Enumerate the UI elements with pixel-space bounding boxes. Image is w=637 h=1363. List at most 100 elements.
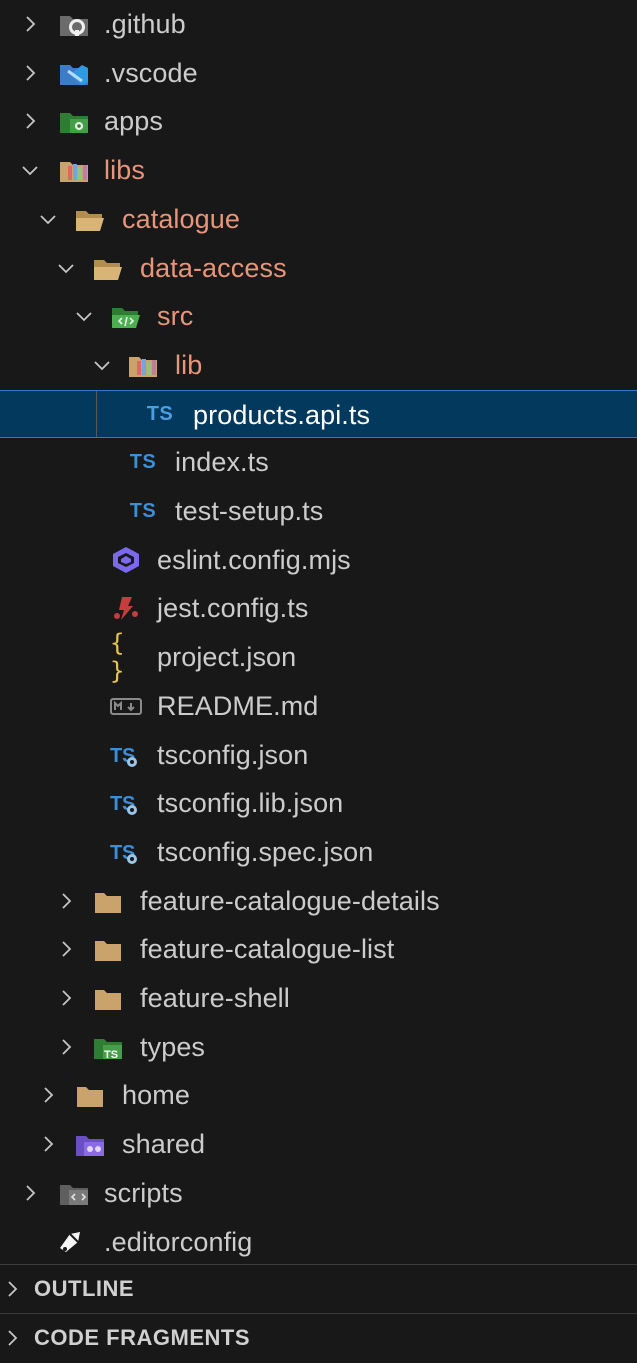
tree-item-label: feature-catalogue-list	[140, 934, 395, 965]
chevron-right-icon[interactable]	[54, 937, 78, 961]
tree-item-editorconfig[interactable]: .editorconfig	[0, 1218, 637, 1267]
tree-item-label: apps	[104, 106, 163, 137]
folder-icon	[92, 935, 124, 963]
tree-item-label: home	[122, 1080, 190, 1111]
tree-item-label: tsconfig.json	[157, 739, 309, 770]
tree-item-project-json[interactable]: { } project.json	[0, 629, 637, 686]
tree-item-label: tsconfig.spec.json	[157, 836, 374, 867]
typescript-file-icon: TS	[146, 403, 174, 426]
tree-item-label: scripts	[104, 1177, 183, 1208]
tree-item-lib-folder[interactable]: lib	[0, 341, 637, 390]
tree-item-feature-shell[interactable]: feature-shell	[0, 974, 637, 1023]
folder-icon	[92, 887, 124, 915]
tree-item-label: .github	[104, 9, 186, 39]
apps-folder-icon	[58, 107, 90, 135]
tree-item-label: feature-catalogue-details	[140, 885, 440, 916]
tree-item-scripts-folder[interactable]: scripts	[0, 1169, 637, 1218]
library-folder-open-icon	[58, 156, 90, 184]
folder-open-icon	[92, 254, 124, 282]
tree-item-label: shared	[122, 1129, 206, 1160]
chevron-right-icon[interactable]	[54, 986, 78, 1010]
chevron-right-icon[interactable]	[36, 1083, 60, 1107]
code-fragments-section-title: CODE FRAGMENTS	[34, 1325, 250, 1350]
tree-item-vscode-folder[interactable]: .vscode	[0, 49, 637, 98]
chevron-down-icon[interactable]	[72, 304, 96, 328]
tree-item-catalogue-folder[interactable]: catalogue	[0, 195, 637, 244]
tree-item-feature-catalogue-details[interactable]: feature-catalogue-details	[0, 877, 637, 926]
tree-item-label: .editorconfig	[104, 1226, 253, 1257]
typescript-file-icon: TS	[129, 450, 157, 473]
tree-item-libs-folder[interactable]: libs	[0, 146, 637, 195]
typescript-file-icon: TS	[129, 499, 157, 522]
tree-item-jest-config[interactable]: jest.config.ts	[0, 584, 637, 633]
chevron-right-icon[interactable]	[18, 109, 42, 133]
editorconfig-icon	[56, 1228, 88, 1256]
json-braces-icon: { }	[110, 629, 125, 686]
tree-item-label: lib	[175, 349, 203, 380]
tree-item-label: eslint.config.mjs	[157, 544, 351, 575]
eslint-icon	[110, 546, 142, 574]
library-folder-open-icon	[127, 351, 159, 379]
chevron-right-icon[interactable]	[18, 1181, 42, 1205]
chevron-down-icon[interactable]	[36, 207, 60, 231]
tree-item-types-folder[interactable]: TS types	[0, 1023, 637, 1072]
chevron-right-icon[interactable]	[18, 61, 42, 85]
tree-item-label: jest.config.ts	[157, 593, 309, 624]
chevron-right-icon[interactable]	[54, 1035, 78, 1059]
shared-folder-icon	[74, 1130, 106, 1158]
tree-item-feature-catalogue-list[interactable]: feature-catalogue-list	[0, 925, 637, 974]
vscode-folder-icon	[58, 59, 90, 87]
tsconfig-icon: TS	[110, 838, 142, 866]
chevron-down-icon[interactable]	[90, 353, 114, 377]
tree-item-home-folder[interactable]: home	[0, 1071, 637, 1120]
chevron-right-icon[interactable]	[36, 1132, 60, 1156]
tree-item-label: src	[157, 301, 194, 332]
chevron-right-icon[interactable]	[54, 889, 78, 913]
indent-guide	[96, 390, 97, 438]
markdown-icon	[110, 692, 142, 720]
folder-icon	[92, 984, 124, 1012]
tree-item-label: index.ts	[175, 447, 269, 478]
tree-item-label: tsconfig.lib.json	[157, 788, 344, 819]
tree-item-index-ts[interactable]: TS index.ts	[0, 438, 637, 487]
tree-item-label: .vscode	[104, 57, 198, 88]
chevron-down-icon[interactable]	[54, 256, 78, 280]
tree-item-eslint-config[interactable]: eslint.config.mjs	[0, 536, 637, 585]
chevron-right-icon[interactable]	[0, 1326, 24, 1350]
src-folder-open-icon	[110, 302, 142, 330]
tree-item-data-access-folder[interactable]: data-access	[0, 244, 637, 293]
tree-item-tsconfig-spec-json[interactable]: TS tsconfig.spec.json	[0, 828, 637, 877]
tree-item-products-api-ts[interactable]: TS products.api.ts	[0, 389, 637, 439]
outline-section-header[interactable]: OUTLINE	[0, 1264, 637, 1313]
tree-item-tsconfig-lib-json[interactable]: TS tsconfig.lib.json	[0, 779, 637, 828]
typescript-folder-icon: TS	[92, 1033, 124, 1061]
svg-text:T: T	[110, 793, 122, 815]
tsconfig-icon: TS	[110, 789, 142, 817]
folder-open-icon	[74, 205, 106, 233]
github-folder-icon	[58, 10, 90, 38]
tree-item-src-folder[interactable]: src	[0, 292, 637, 341]
tree-item-label: data-access	[140, 252, 287, 283]
svg-text:TS: TS	[104, 1049, 118, 1061]
tree-item-readme-md[interactable]: README.md	[0, 682, 637, 731]
chevron-down-icon[interactable]	[18, 158, 42, 182]
tsconfig-icon: TS	[110, 741, 142, 769]
folder-icon	[74, 1081, 106, 1109]
tree-item-github-folder[interactable]: .github	[0, 0, 637, 49]
tree-item-label: test-setup.ts	[175, 496, 324, 526]
tree-item-apps-folder[interactable]: apps	[0, 97, 637, 146]
svg-text:T: T	[110, 745, 122, 767]
chevron-right-icon[interactable]	[18, 12, 42, 36]
svg-text:T: T	[110, 842, 122, 864]
outline-section-title: OUTLINE	[34, 1276, 135, 1301]
chevron-right-icon[interactable]	[0, 1277, 24, 1301]
scripts-folder-icon	[58, 1179, 90, 1207]
tree-item-label: feature-shell	[140, 983, 290, 1013]
tree-item-label: README.md	[157, 690, 319, 721]
tree-item-tsconfig-json[interactable]: TS tsconfig.json	[0, 731, 637, 780]
tree-item-label: project.json	[157, 642, 297, 673]
code-fragments-section-header[interactable]: CODE FRAGMENTS	[0, 1313, 637, 1362]
tree-item-shared-folder[interactable]: shared	[0, 1120, 637, 1169]
tree-item-test-setup-ts[interactable]: TS test-setup.ts	[0, 487, 637, 536]
jest-icon	[110, 594, 142, 622]
